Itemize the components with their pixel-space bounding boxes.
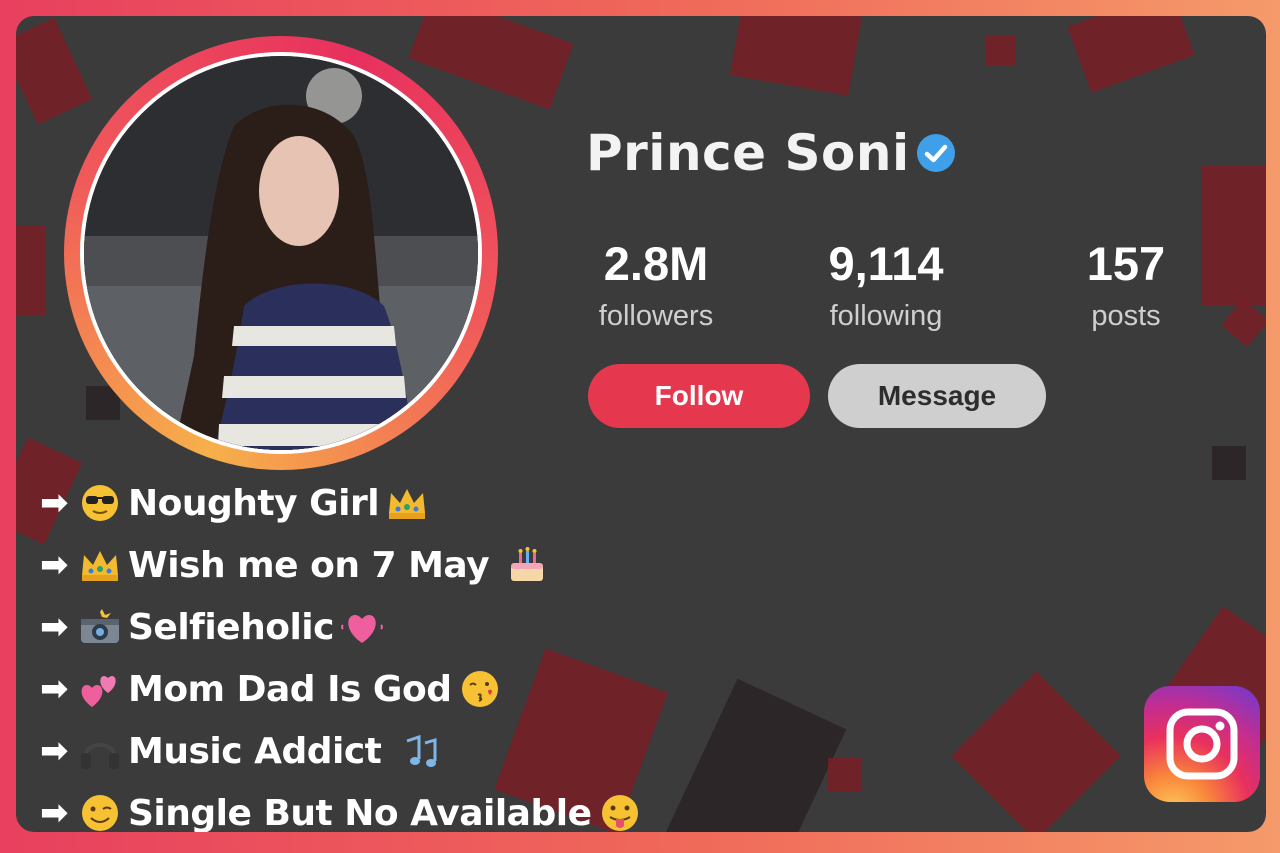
arrow-icon: ➡ — [40, 483, 69, 523]
bio-line: ➡ Mom Dad Is God — [40, 658, 760, 720]
bio-text: Wish me on 7 May — [128, 544, 490, 586]
profile-card: Prince Soni 2.8M followers 9,114 followi… — [16, 16, 1266, 832]
following-label: following — [829, 300, 943, 332]
posts-label: posts — [1091, 300, 1161, 332]
bio-line: ➡ Noughty Girl — [40, 472, 760, 534]
kiss-face-emoji-icon — [456, 665, 504, 713]
profile-photo — [84, 56, 478, 450]
following-count: 9,114 — [828, 237, 944, 290]
bio: ➡ Noughty Girl ➡ Wish me on 7 May ➡ Self… — [40, 472, 760, 832]
arrow-icon: ➡ — [40, 731, 69, 771]
message-button[interactable]: Message — [828, 364, 1046, 428]
bio-text: Selfieholic — [128, 606, 334, 648]
bio-text: Single But No Available — [128, 792, 592, 833]
crown-emoji-icon — [383, 479, 431, 527]
crown-emoji-icon — [76, 541, 124, 589]
bio-line: ➡ Single But No Available — [40, 782, 760, 832]
sunglasses-emoji-icon — [76, 479, 124, 527]
arrow-icon: ➡ — [40, 545, 69, 585]
avatar[interactable] — [64, 36, 498, 470]
followers-label: followers — [598, 300, 714, 332]
arrow-icon: ➡ — [40, 793, 69, 832]
arrow-icon: ➡ — [40, 607, 69, 647]
profile-name: Prince Soni — [586, 124, 910, 182]
bio-text: Music Addict — [128, 730, 382, 772]
bio-text: Mom Dad Is God — [128, 668, 452, 710]
headphones-emoji-icon — [76, 727, 124, 775]
verified-badge-icon — [916, 134, 955, 172]
bio-text: Noughty Girl — [128, 482, 380, 524]
profile-header: Prince Soni — [586, 124, 958, 182]
two-hearts-emoji-icon — [76, 665, 124, 713]
arrow-icon: ➡ — [40, 669, 69, 709]
instagram-logo-icon — [1144, 686, 1260, 802]
camera-flash-emoji-icon — [76, 603, 124, 651]
bio-line: ➡ Music Addict — [40, 720, 760, 782]
followers-stat[interactable]: 2.8M followers — [576, 238, 736, 336]
posts-count: 157 — [1086, 237, 1166, 290]
followers-count: 2.8M — [603, 237, 709, 290]
wink-emoji-icon — [76, 789, 124, 832]
bio-line: ➡ Wish me on 7 May — [40, 534, 760, 596]
follow-button[interactable]: Follow — [588, 364, 810, 428]
following-stat[interactable]: 9,114 following — [806, 238, 966, 336]
posts-stat[interactable]: 157 posts — [1056, 238, 1196, 336]
tongue-face-emoji-icon — [596, 789, 644, 832]
bio-line: ➡ Selfieholic — [40, 596, 760, 658]
cake-emoji-icon — [503, 541, 551, 589]
music-notes-emoji-icon — [395, 727, 443, 775]
heart-emoji-icon — [338, 603, 386, 651]
